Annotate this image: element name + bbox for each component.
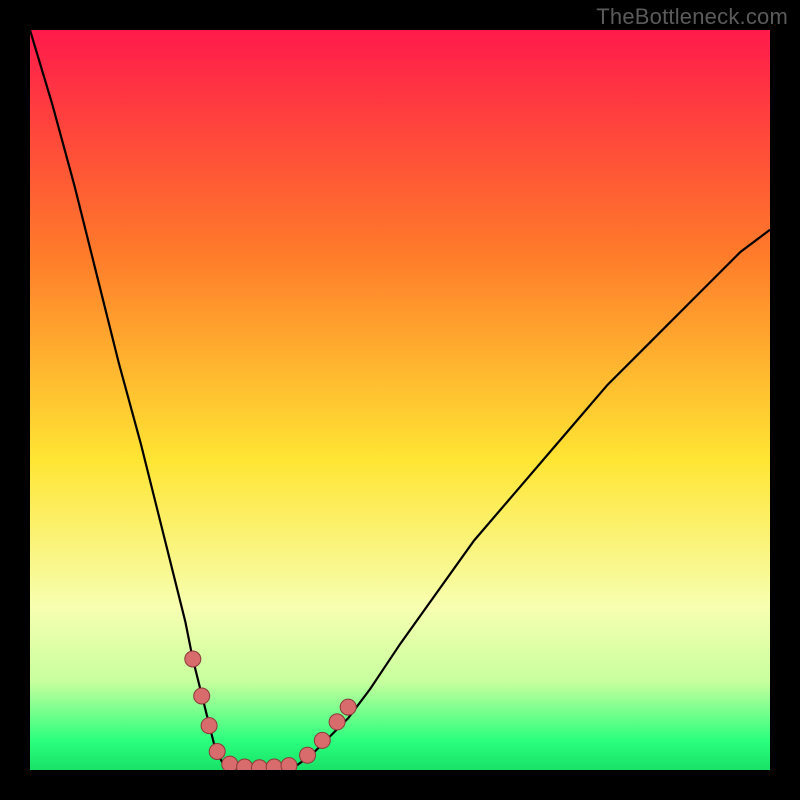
data-dot bbox=[209, 744, 225, 760]
data-dot bbox=[340, 699, 356, 715]
data-dot bbox=[266, 759, 282, 770]
data-dot bbox=[194, 688, 210, 704]
chart-frame: TheBottleneck.com bbox=[0, 0, 800, 800]
data-dot bbox=[314, 732, 330, 748]
data-dot bbox=[281, 758, 297, 770]
watermark-text: TheBottleneck.com bbox=[596, 4, 788, 30]
plot-area bbox=[30, 30, 770, 770]
data-dot bbox=[201, 718, 217, 734]
data-dot bbox=[185, 651, 201, 667]
data-dot bbox=[237, 759, 253, 770]
gradient-background bbox=[30, 30, 770, 770]
data-dot bbox=[222, 756, 238, 770]
chart-svg bbox=[30, 30, 770, 770]
data-dot bbox=[329, 714, 345, 730]
data-dot bbox=[300, 747, 316, 763]
